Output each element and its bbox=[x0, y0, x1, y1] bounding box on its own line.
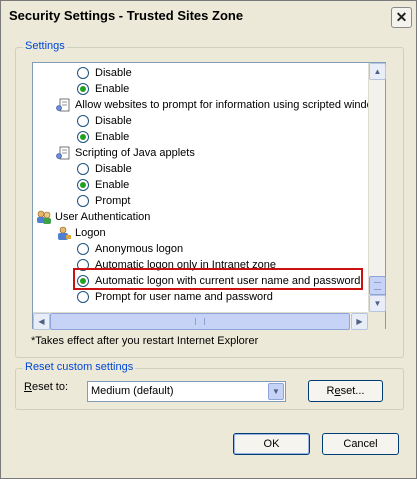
vertical-scroll-thumb[interactable] bbox=[369, 276, 386, 295]
setting-option[interactable]: Disable bbox=[77, 161, 385, 177]
horizontal-scroll-thumb[interactable] bbox=[50, 313, 350, 330]
radio-unchecked-icon[interactable] bbox=[77, 291, 89, 303]
scrollbar-corner bbox=[368, 312, 385, 329]
radio-unchecked-icon[interactable] bbox=[77, 195, 89, 207]
radio-checked-icon[interactable] bbox=[77, 83, 89, 95]
setting-option[interactable]: Anonymous logon bbox=[77, 241, 385, 257]
highlight-box bbox=[73, 268, 363, 290]
setting-category-label: Scripting of Java applets bbox=[75, 147, 195, 159]
settings-page-icon bbox=[56, 98, 71, 112]
horizontal-scrollbar[interactable]: ◀ ▶ bbox=[33, 312, 368, 330]
setting-option-label: Enable bbox=[95, 131, 130, 143]
setting-option[interactable]: Enable bbox=[77, 129, 385, 145]
scroll-right-button[interactable]: ▶ bbox=[351, 313, 368, 330]
setting-category: Logon bbox=[56, 225, 385, 241]
security-settings-dialog: Security Settings - Trusted Sites Zone ✕… bbox=[0, 0, 417, 479]
ok-button[interactable]: OK bbox=[233, 433, 310, 455]
cancel-button[interactable]: Cancel bbox=[322, 433, 399, 455]
radio-unchecked-icon[interactable] bbox=[77, 67, 89, 79]
users-icon bbox=[36, 210, 51, 224]
reset-legend: Reset custom settings bbox=[23, 361, 136, 373]
radio-unchecked-icon[interactable] bbox=[77, 163, 89, 175]
setting-option-label: Disable bbox=[95, 163, 132, 175]
window-title: Security Settings - Trusted Sites Zone bbox=[9, 8, 244, 23]
close-icon: ✕ bbox=[395, 9, 408, 25]
reset-level-select[interactable]: Medium (default) ▼ bbox=[87, 381, 286, 402]
scroll-up-button[interactable]: ▲ bbox=[369, 63, 386, 80]
setting-category: Scripting of Java applets bbox=[56, 145, 385, 161]
setting-option[interactable]: Disable bbox=[77, 113, 385, 129]
scroll-down-button[interactable]: ▼ bbox=[369, 295, 386, 312]
setting-option-label: Enable bbox=[95, 179, 130, 191]
vertical-scrollbar[interactable]: ▲ ▼ bbox=[368, 63, 386, 312]
setting-category-label: Allow websites to prompt for information… bbox=[75, 99, 373, 111]
setting-category: Allow websites to prompt for information… bbox=[56, 97, 385, 113]
setting-category-label: Logon bbox=[75, 227, 106, 239]
setting-category: User Authentication bbox=[36, 209, 385, 225]
radio-checked-icon[interactable] bbox=[77, 179, 89, 191]
user-icon bbox=[56, 226, 71, 240]
settings-tree[interactable]: Disable Enable Allow websites to prompt fo… bbox=[32, 62, 386, 329]
scroll-left-button[interactable]: ◀ bbox=[33, 313, 50, 330]
reset-button[interactable]: Reset... bbox=[308, 380, 383, 402]
radio-checked-icon[interactable] bbox=[77, 131, 89, 143]
setting-option[interactable]: Prompt for user name and password bbox=[77, 289, 385, 305]
setting-option-label: Disable bbox=[95, 67, 132, 79]
setting-option-label: Anonymous logon bbox=[95, 243, 184, 255]
radio-unchecked-icon[interactable] bbox=[77, 115, 89, 127]
restart-note: *Takes effect after you restart Internet… bbox=[31, 335, 259, 347]
title-bar: Security Settings - Trusted Sites Zone ✕ bbox=[2, 2, 415, 32]
radio-unchecked-icon[interactable] bbox=[77, 243, 89, 255]
setting-option-label: Disable bbox=[95, 115, 132, 127]
setting-option-label: Prompt bbox=[95, 195, 131, 207]
setting-option[interactable]: Enable bbox=[77, 177, 385, 193]
close-button[interactable]: ✕ bbox=[391, 7, 412, 28]
setting-category-label: User Authentication bbox=[55, 211, 151, 223]
setting-option[interactable]: Enable bbox=[77, 81, 385, 97]
reset-to-label: Reset to: bbox=[24, 381, 69, 393]
reset-level-value: Medium (default) bbox=[91, 385, 174, 397]
chevron-down-icon[interactable]: ▼ bbox=[268, 383, 284, 400]
setting-option-label: Prompt for user name and password bbox=[95, 291, 273, 303]
setting-option-label: Enable bbox=[95, 83, 130, 95]
setting-option[interactable]: Prompt bbox=[77, 193, 385, 209]
settings-page-icon bbox=[56, 146, 71, 160]
setting-option[interactable]: Disable bbox=[77, 65, 385, 81]
settings-legend: Settings bbox=[23, 40, 67, 52]
